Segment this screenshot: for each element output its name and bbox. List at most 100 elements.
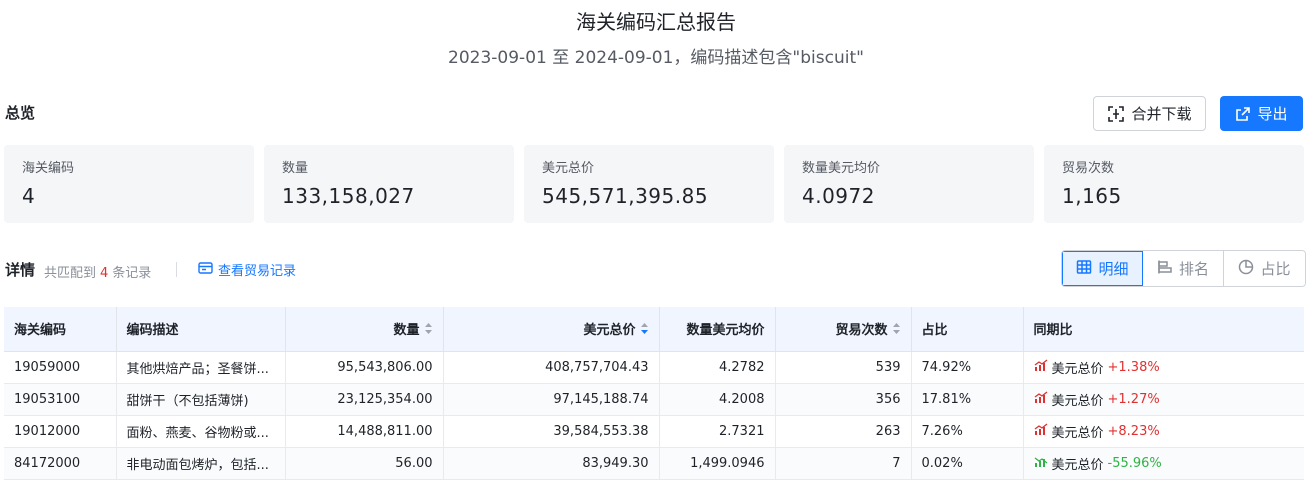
details-heading: 详情	[5, 261, 36, 279]
cell-desc: 其他烘焙产品；圣餐饼...	[116, 351, 286, 384]
yoy-value: +8.23%	[1107, 423, 1160, 439]
cell-avg: 1,499.0946	[659, 447, 776, 480]
merge-icon	[1107, 105, 1125, 123]
cell-share: 0.02%	[911, 447, 1024, 480]
tab-detail[interactable]: 明细	[1062, 251, 1143, 286]
merge-download-label: 合并下载	[1131, 105, 1192, 123]
report-title: 海关编码汇总报告	[576, 10, 736, 34]
table-row[interactable]: 19012000 面粉、燕麦、谷物粉或... 14,488,811.00 39,…	[4, 415, 1304, 448]
tab-detail-label: 明细	[1098, 260, 1129, 278]
table-icon	[1076, 259, 1092, 279]
col-avg-price: 数量美元均价	[659, 307, 776, 352]
cell-share: 17.81%	[911, 383, 1024, 416]
cell-trades: 7	[775, 447, 912, 480]
view-trade-records-link[interactable]: 查看贸易记录	[198, 260, 296, 279]
cell-code: 84172000	[4, 447, 117, 480]
table-header-row: 海关编码 编码描述 数量 美元总价 数量美元均价 贸易次数 占比 同期比	[4, 307, 1304, 352]
yoy-label: 美元总价	[1051, 361, 1104, 377]
pie-chart-icon	[1238, 259, 1254, 279]
trend-down-icon	[1034, 455, 1048, 472]
sort-icon[interactable]	[892, 322, 901, 339]
yoy-value: +1.27%	[1107, 391, 1160, 407]
stat-card-usd-total: 美元总价 545,571,395.85	[524, 145, 774, 223]
table-row[interactable]: 19053100 甜饼干（不包括薄饼) 23,125,354.00 97,145…	[4, 383, 1304, 416]
cell-share: 7.26%	[911, 415, 1024, 448]
view-toggle: 明细 排名 占比	[1061, 250, 1306, 287]
export-button[interactable]: 导出	[1220, 96, 1303, 131]
cell-avg: 4.2008	[659, 383, 776, 416]
yoy-label: 美元总价	[1051, 425, 1104, 441]
cell-code: 19059000	[4, 351, 117, 384]
stat-value: 4.0972	[802, 184, 875, 208]
bar-rank-icon	[1157, 259, 1173, 279]
cell-code: 19053100	[4, 383, 117, 416]
stat-card-quantity: 数量 133,158,027	[264, 145, 514, 223]
yoy-value: +1.38%	[1107, 359, 1160, 375]
cell-usd: 97,145,188.74	[443, 383, 660, 416]
cell-trades: 356	[775, 383, 912, 416]
tab-share[interactable]: 占比	[1224, 251, 1305, 286]
match-prefix: 共匹配到	[44, 266, 97, 281]
table-row[interactable]: 84172000 非电动面包烤炉，包括... 56.00 83,949.30 1…	[4, 447, 1304, 480]
stat-value: 4	[22, 184, 36, 208]
hs-code-table: 海关编码 编码描述 数量 美元总价 数量美元均价 贸易次数 占比 同期比 190…	[4, 307, 1304, 480]
col-share: 占比	[911, 307, 1024, 352]
overview-heading: 总览	[5, 104, 36, 122]
cell-avg: 2.7321	[659, 415, 776, 448]
export-label: 导出	[1257, 105, 1288, 123]
stat-label: 贸易次数	[1062, 161, 1115, 176]
divider	[176, 262, 177, 277]
sort-desc-icon[interactable]	[640, 322, 649, 339]
yoy-label: 美元总价	[1051, 393, 1104, 409]
tab-rank[interactable]: 排名	[1143, 251, 1224, 286]
trend-up-icon	[1034, 390, 1048, 408]
cell-trades: 263	[775, 415, 912, 448]
col-quantity[interactable]: 数量	[285, 307, 444, 352]
cell-qty: 56.00	[285, 447, 444, 480]
cell-qty: 95,543,806.00	[285, 351, 444, 384]
view-trade-records-label: 查看贸易记录	[218, 264, 297, 279]
trend-up-icon	[1034, 358, 1048, 376]
yoy-value: -55.96%	[1107, 455, 1162, 471]
cell-qty: 14,488,811.00	[285, 415, 444, 448]
external-link-icon	[1235, 106, 1251, 122]
cell-usd: 83,949.30	[443, 447, 660, 480]
stat-value: 545,571,395.85	[542, 184, 709, 208]
records-icon	[198, 261, 213, 279]
tab-share-label: 占比	[1260, 260, 1291, 278]
cell-avg: 4.2782	[659, 351, 776, 384]
trend-up-icon	[1034, 422, 1048, 440]
stat-label: 海关编码	[22, 161, 75, 176]
col-hs-code: 海关编码	[4, 307, 117, 352]
cell-yoy: 美元总价 +1.27%	[1023, 383, 1304, 416]
sort-icon[interactable]	[424, 322, 433, 339]
merge-download-button[interactable]: 合并下载	[1093, 96, 1206, 131]
report-subtitle: 2023-09-01 至 2024-09-01，编码描述包含"biscuit"	[448, 48, 864, 68]
cell-share: 74.92%	[911, 351, 1024, 384]
tab-rank-label: 排名	[1178, 260, 1209, 278]
cell-desc: 甜饼干（不包括薄饼)	[116, 383, 286, 416]
stat-value: 1,165	[1062, 184, 1122, 208]
col-quantity-label: 数量	[393, 322, 420, 338]
stat-card-avg-price: 数量美元均价 4.0972	[784, 145, 1034, 223]
match-suffix: 条记录	[112, 266, 152, 281]
cell-yoy: 美元总价 +1.38%	[1023, 351, 1304, 384]
yoy-label: 美元总价	[1051, 457, 1104, 473]
cell-desc: 面粉、燕麦、谷物粉或...	[116, 415, 286, 448]
stat-label: 美元总价	[542, 161, 595, 176]
cell-desc: 非电动面包烤炉，包括...	[116, 447, 286, 480]
col-usd-total[interactable]: 美元总价	[443, 307, 660, 352]
stat-value: 133,158,027	[282, 184, 415, 208]
col-trade-count-label: 贸易次数	[835, 322, 888, 338]
col-trade-count[interactable]: 贸易次数	[775, 307, 912, 352]
stat-label: 数量	[282, 161, 309, 176]
cell-usd: 39,584,553.38	[443, 415, 660, 448]
table-row[interactable]: 19059000 其他烘焙产品；圣餐饼... 95,543,806.00 408…	[4, 351, 1304, 384]
cell-yoy: 美元总价 -55.96%	[1023, 447, 1304, 480]
cell-qty: 23,125,354.00	[285, 383, 444, 416]
cell-code: 19012000	[4, 415, 117, 448]
col-description: 编码描述	[116, 307, 286, 352]
stat-card-trade-count: 贸易次数 1,165	[1044, 145, 1304, 223]
cell-trades: 539	[775, 351, 912, 384]
col-usd-total-label: 美元总价	[583, 322, 636, 338]
